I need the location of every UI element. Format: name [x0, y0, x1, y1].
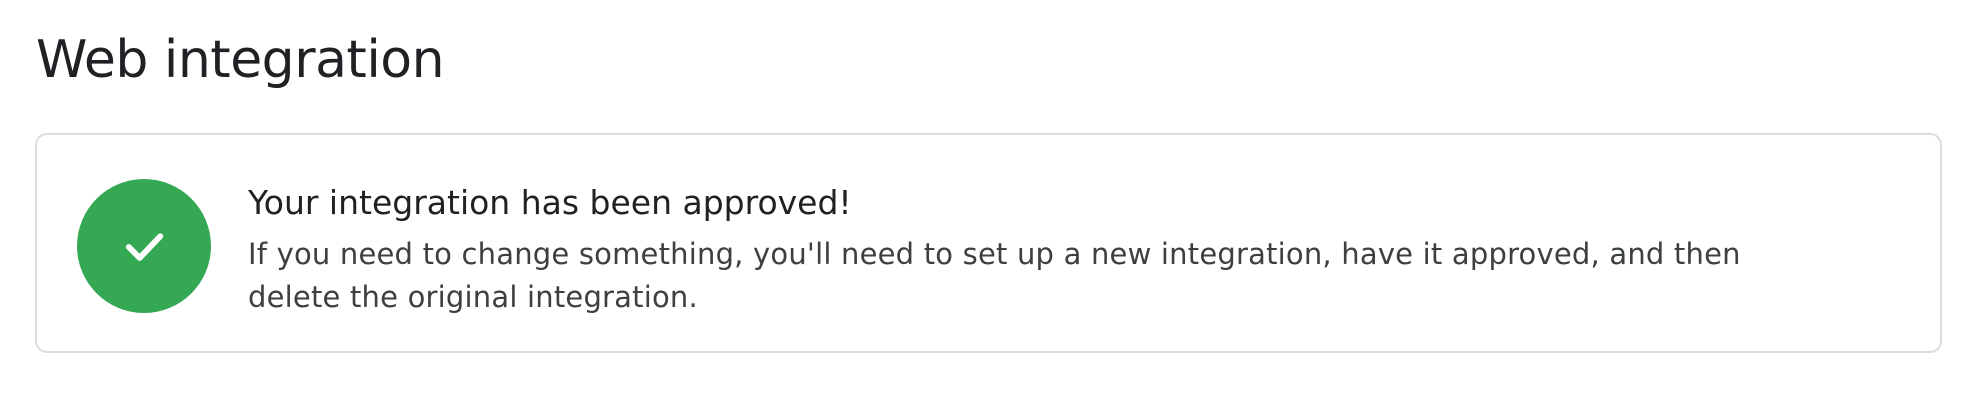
web-integration-page: Web integration Your integration has bee… — [0, 0, 1976, 410]
approval-status-card: Your integration has been approved! If y… — [35, 133, 1942, 353]
status-description: If you need to change something, you'll … — [248, 237, 1741, 314]
status-heading: Your integration has been approved! — [248, 183, 852, 222]
approved-status-badge — [77, 179, 211, 313]
page-title: Web integration — [36, 30, 445, 90]
status-message: Your integration has been approved! If y… — [248, 179, 1848, 319]
check-icon — [125, 233, 164, 261]
